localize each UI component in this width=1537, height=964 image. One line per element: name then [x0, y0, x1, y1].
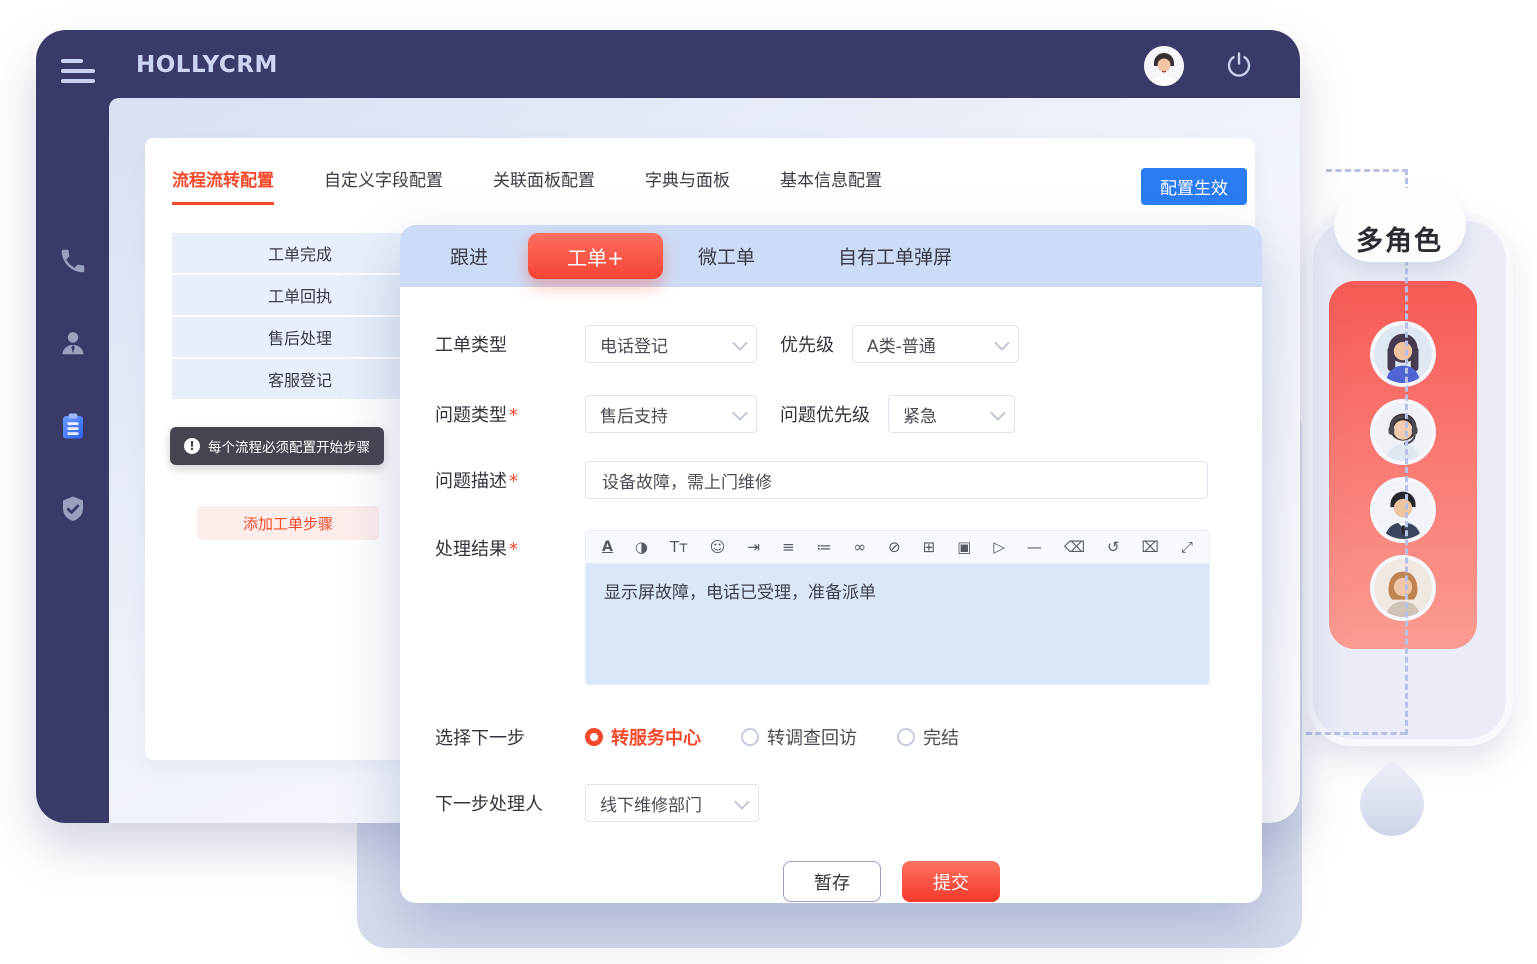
font-size-icon[interactable]: Tт: [670, 540, 688, 555]
flow-step-complete[interactable]: 工单完成: [172, 233, 428, 273]
chevron-down-icon: [732, 335, 748, 351]
notice-text: 每个流程必须配置开始步骤: [208, 436, 370, 456]
sidebar-item-work-orders[interactable]: [58, 411, 88, 441]
flow-step-receipt[interactable]: 工单回执: [172, 273, 428, 315]
tab-basic-info-config[interactable]: 基本信息配置: [780, 166, 882, 205]
field-label-problem-priority: 问题优先级: [780, 401, 870, 427]
sidebar-item-security[interactable]: [58, 494, 88, 524]
modal-tab-bar: 跟进 工单+ 微工单 自有工单弹屏: [400, 225, 1262, 287]
rich-text-editor: A ◑ Tт ☺ ⇥ ≡ ≔ ∞ ⊘ ⊞ ▣ ▷ — ⌫ ↺ ⌧ ⤢ 显示屏故障，电话已受理，准备派单: [585, 530, 1210, 685]
dashed-line-bottom: [1306, 732, 1406, 735]
image-icon[interactable]: ▣: [957, 540, 971, 555]
screenshot-stage: 多角色 HOLLYCRM 流程流转配置: [0, 0, 1537, 964]
add-work-order-step-button[interactable]: 添加工单步骤: [197, 506, 379, 540]
multi-role-label: 多角色: [1356, 219, 1443, 258]
problem-desc-input[interactable]: 设备故障，需上门维修: [585, 461, 1208, 499]
emoji-icon[interactable]: ☺: [710, 540, 726, 555]
flow-step-aftersale[interactable]: 售后处理: [172, 315, 428, 357]
modal-tab-follow-up[interactable]: 跟进: [450, 243, 488, 270]
role-avatar-4: [1370, 555, 1436, 621]
role-avatar-2: [1370, 399, 1436, 465]
chevron-down-icon: [734, 794, 750, 810]
modal-tab-work-order-active[interactable]: 工单+: [528, 233, 663, 279]
logout-power-icon[interactable]: [1224, 50, 1254, 80]
work-order-modal: 跟进 工单+ 微工单 自有工单弹屏 工单类型 电话登记 优先级 A类-普通 问题…: [400, 225, 1262, 903]
flow-notice-tooltip: ! 每个流程必须配置开始步骤: [170, 427, 384, 465]
radio-icon: [741, 728, 759, 746]
remove-link-icon[interactable]: ⊘: [888, 540, 901, 555]
font-style-icon[interactable]: A: [602, 540, 613, 554]
problem-type-select[interactable]: 售后支持: [585, 395, 757, 433]
sidebar-item-contacts[interactable]: [58, 328, 88, 358]
role-avatar-1: [1370, 321, 1436, 387]
field-label-result: 处理结果*: [435, 530, 585, 561]
insert-link-icon[interactable]: ∞: [854, 540, 867, 555]
radio-transfer-survey-callback[interactable]: 转调查回访: [741, 724, 857, 750]
submit-button[interactable]: 提交: [902, 861, 1000, 902]
field-label-problem-type: 问题类型*: [435, 401, 585, 427]
tab-process-flow-config[interactable]: 流程流转配置: [172, 166, 274, 205]
field-label-priority: 优先级: [780, 331, 834, 357]
next-step-radio-group: 转服务中心 转调查回访 完结: [585, 724, 959, 750]
flow-step-register[interactable]: 客服登记: [172, 357, 428, 399]
role-avatar-3: [1370, 477, 1436, 543]
tab-dictionary-panel[interactable]: 字典与面板: [645, 166, 730, 205]
field-label-next-handler: 下一步处理人: [435, 790, 585, 816]
chevron-down-icon: [732, 405, 748, 421]
tab-linked-panel-config[interactable]: 关联面板配置: [493, 166, 595, 205]
modal-actions: 暂存 提交: [478, 861, 1305, 902]
modal-tab-own-popup[interactable]: 自有工单弹屏: [838, 243, 952, 270]
indent-icon[interactable]: ⇥: [747, 540, 760, 555]
delete-icon[interactable]: ⌧: [1142, 540, 1159, 555]
video-icon[interactable]: ▷: [993, 540, 1005, 555]
radio-transfer-service-center[interactable]: 转服务中心: [585, 724, 701, 750]
save-draft-button[interactable]: 暂存: [783, 861, 881, 902]
radio-finish[interactable]: 完结: [897, 724, 959, 750]
work-order-type-select[interactable]: 电话登记: [585, 325, 757, 363]
radio-icon: [585, 728, 603, 746]
priority-select[interactable]: A类-普通: [852, 325, 1019, 363]
field-label-next-step: 选择下一步: [435, 724, 585, 750]
chevron-down-icon: [990, 405, 1006, 421]
tab-custom-field-config[interactable]: 自定义字段配置: [324, 166, 443, 205]
radio-icon: [897, 728, 915, 746]
result-textarea[interactable]: 显示屏故障，电话已受理，准备派单: [586, 564, 1209, 684]
color-palette-icon[interactable]: ◑: [635, 540, 648, 555]
brand-logo: HOLLYCRM: [136, 52, 278, 78]
apply-config-button[interactable]: 配置生效: [1141, 168, 1247, 205]
field-label-work-order-type: 工单类型: [435, 331, 585, 357]
chevron-down-icon: [994, 335, 1010, 351]
modal-tab-micro-work-order[interactable]: 微工单: [698, 243, 755, 270]
unordered-list-icon[interactable]: ≔: [817, 540, 832, 555]
field-label-problem-desc: 问题描述*: [435, 467, 585, 493]
horizontal-rule-icon[interactable]: —: [1027, 540, 1042, 555]
config-tab-bar: 流程流转配置 自定义字段配置 关联面板配置 字典与面板 基本信息配置: [172, 166, 882, 205]
undo-icon[interactable]: ↺: [1107, 540, 1120, 555]
role-avatars-panel: [1329, 281, 1477, 649]
align-icon[interactable]: ≡: [782, 540, 795, 555]
eraser-icon[interactable]: ⌫: [1064, 540, 1085, 555]
flow-step-list: 工单完成 工单回执 售后处理 客服登记: [172, 233, 428, 399]
table-icon[interactable]: ⊞: [923, 540, 936, 555]
user-avatar[interactable]: [1144, 46, 1184, 86]
teardrop-decoration: [1347, 759, 1438, 850]
menu-toggle-icon[interactable]: [61, 59, 95, 83]
editor-toolbar: A ◑ Tт ☺ ⇥ ≡ ≔ ∞ ⊘ ⊞ ▣ ▷ — ⌫ ↺ ⌧ ⤢: [586, 531, 1209, 564]
fullscreen-icon[interactable]: ⤢: [1181, 540, 1193, 555]
warning-icon: !: [184, 438, 200, 454]
dashed-line-top: [1326, 169, 1408, 172]
work-order-form: 工单类型 电话登记 优先级 A类-普通 问题类型* 售后支持 问题优先级: [400, 287, 1262, 902]
sidebar-item-phone[interactable]: [58, 246, 88, 276]
next-handler-select[interactable]: 线下维修部门: [585, 784, 759, 822]
problem-priority-select[interactable]: 紧急: [888, 395, 1015, 433]
multi-role-panel: [1306, 214, 1513, 746]
